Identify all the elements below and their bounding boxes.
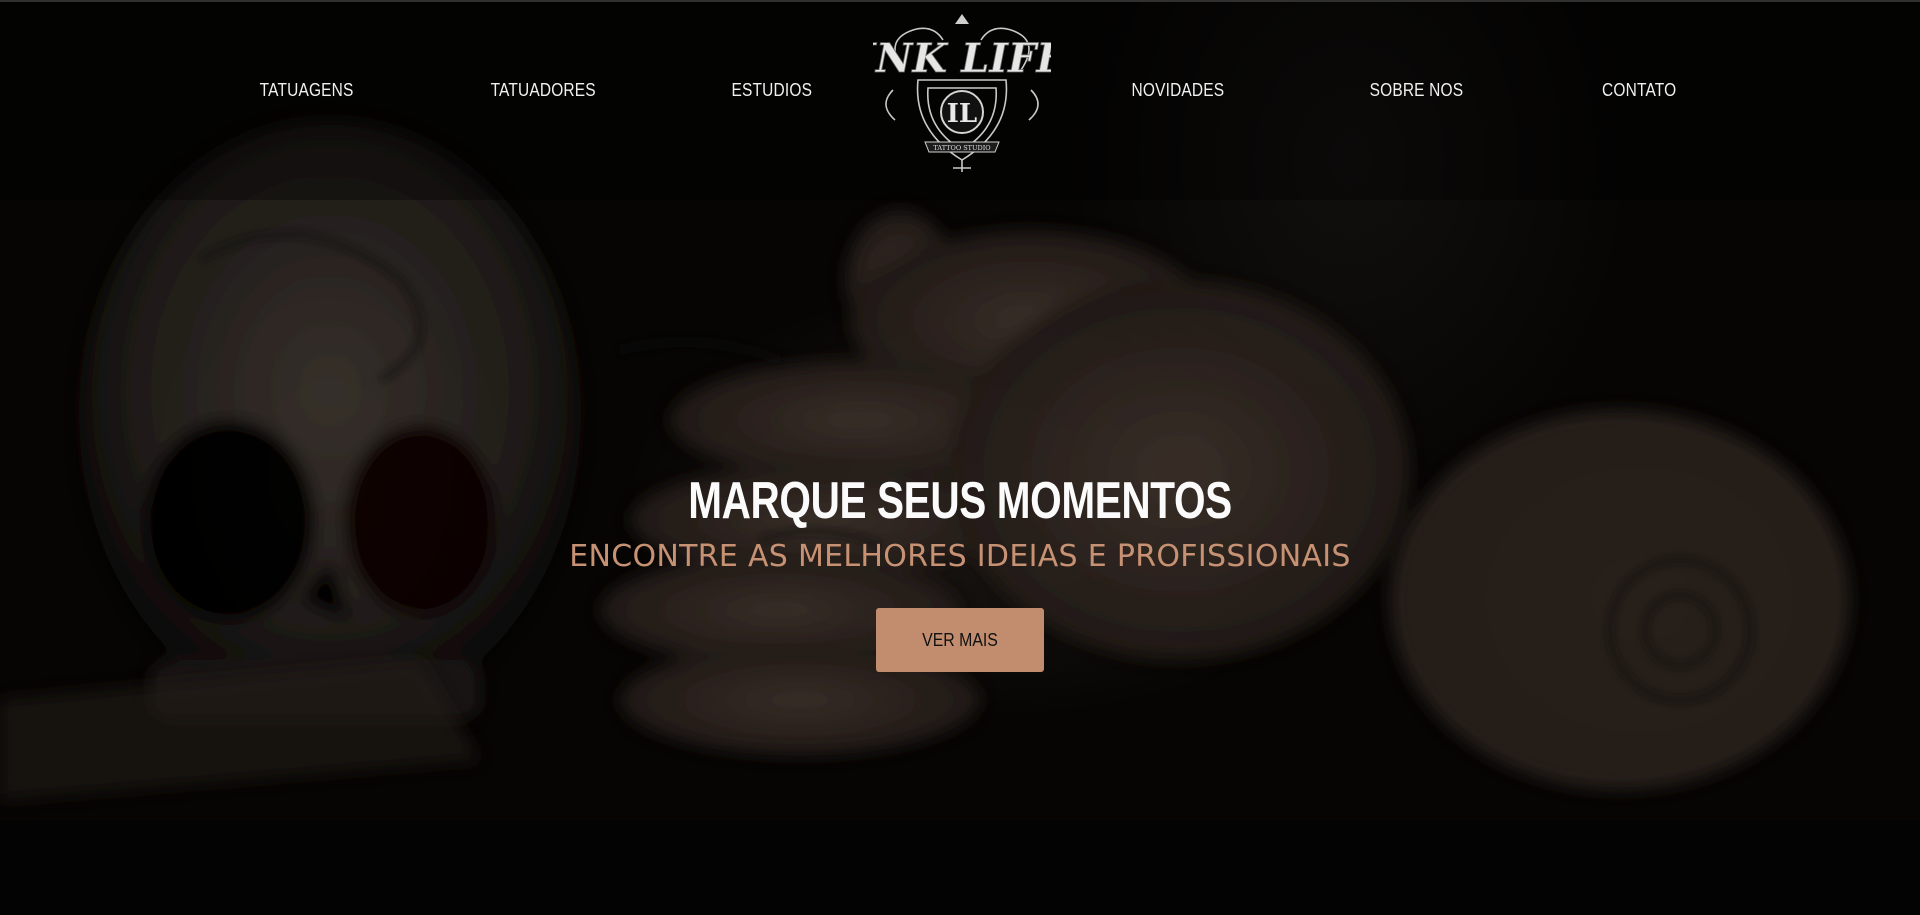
main-nav: TATUAGENS TATUADORES ESTUDIOS INK LI [0,0,1920,180]
nav-link-contato[interactable]: CONTATO [1602,80,1676,101]
logo-tagline: TATTOO STUDIO [933,144,990,152]
nav-link-tatuagens[interactable]: TATUAGENS [260,80,354,101]
ver-mais-label: VER MAIS [922,629,998,650]
logo-wordmark: INK LIFE [873,35,1051,82]
logo-monogram: IL [947,99,977,129]
nav-link-novidades[interactable]: NOVIDADES [1132,80,1225,101]
brand-logo[interactable]: INK LIFE IL TATTOO STUDIO [856,10,1068,176]
nav-link-tatuadores[interactable]: TATUADORES [491,80,596,101]
ver-mais-button[interactable]: VER MAIS [876,608,1044,672]
hero-subheadline: ENCONTRE AS MELHORES IDEIAS E PROFISSION… [569,539,1351,574]
nav-link-estudios[interactable]: ESTUDIOS [732,80,813,101]
hero-headline: MARQUE SEUS MOMENTOS [688,471,1232,530]
hero-section: TATUAGENS TATUADORES ESTUDIOS INK LI [0,0,1920,915]
nav-link-sobre-nos[interactable]: SOBRE NOS [1370,80,1464,101]
